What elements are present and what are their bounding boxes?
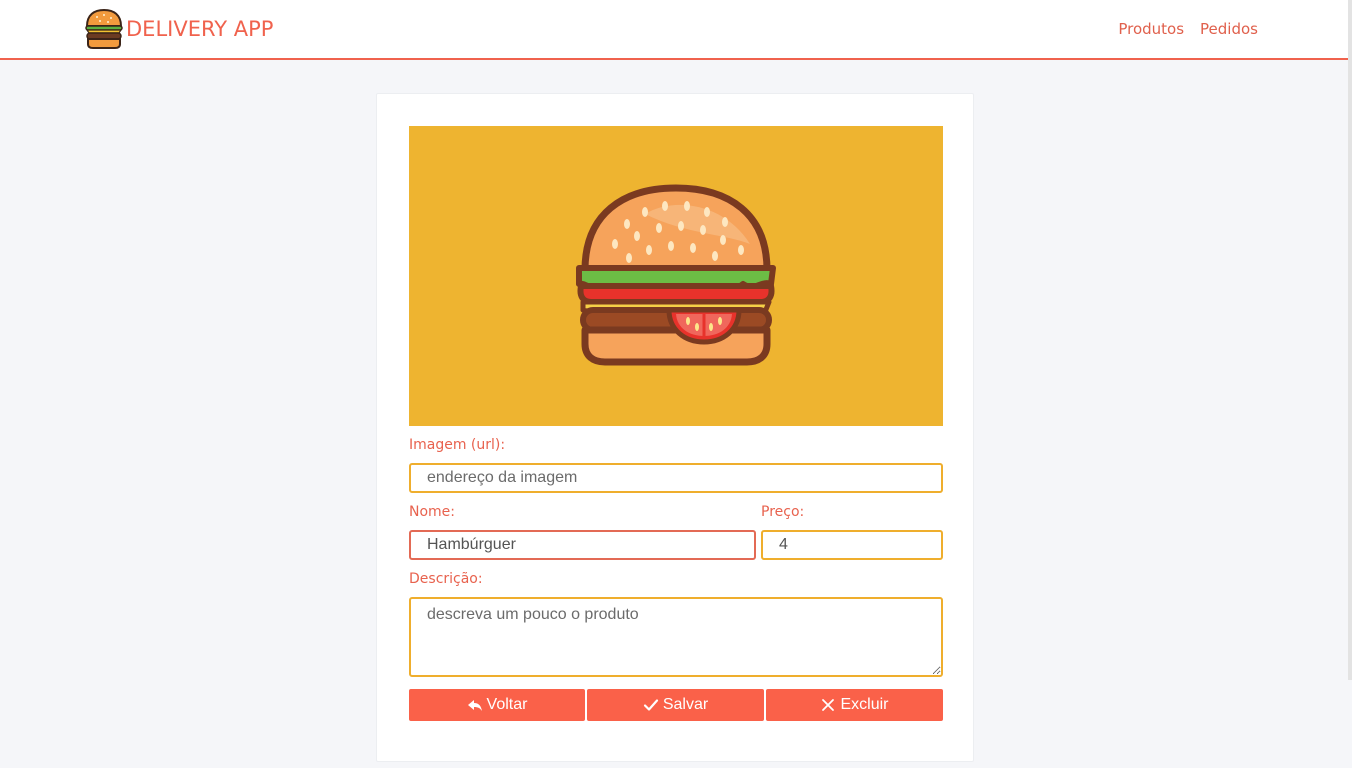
nav-link-pedidos[interactable]: Pedidos (1200, 20, 1258, 38)
back-button[interactable]: Voltar (409, 689, 585, 721)
delete-button-label: Excluir (840, 696, 889, 713)
description-textarea[interactable] (409, 597, 943, 677)
description-label: Descrição: (409, 571, 483, 587)
image-url-input[interactable] (409, 463, 943, 493)
scrollbar[interactable] (1348, 0, 1352, 680)
price-label: Preço: (761, 504, 805, 520)
check-icon (643, 697, 659, 713)
close-icon (820, 697, 836, 713)
navbar: DELIVERY APP Produtos Pedidos (0, 0, 1352, 60)
product-form-card: Imagem (url): Nome: Preço: Descrição: Vo… (376, 93, 974, 762)
delete-button[interactable]: Excluir (766, 689, 943, 721)
burger-logo-icon (85, 8, 123, 49)
name-input[interactable] (409, 530, 756, 560)
nav-link-produtos[interactable]: Produtos (1118, 20, 1184, 38)
price-input[interactable] (761, 530, 943, 560)
name-label: Nome: (409, 504, 456, 520)
brand-title: DELIVERY APP (126, 17, 274, 41)
brand[interactable]: DELIVERY APP (84, 8, 273, 50)
image-url-label: Imagem (url): (409, 437, 506, 453)
reply-icon (467, 697, 483, 713)
nav-links: Produtos Pedidos (1118, 20, 1258, 38)
save-button[interactable]: Salvar (587, 689, 764, 721)
save-button-label: Salvar (662, 696, 709, 713)
burger-illustration-icon (576, 184, 776, 366)
product-image-preview (409, 126, 943, 426)
back-button-label: Voltar (486, 696, 528, 713)
